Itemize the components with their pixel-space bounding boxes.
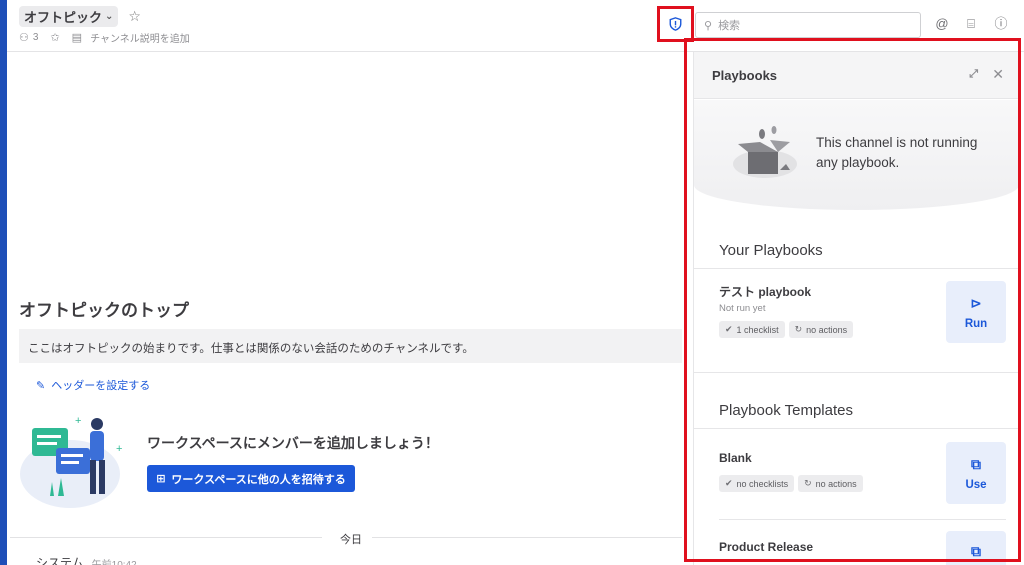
- external-link-icon: ⧉: [971, 455, 981, 472]
- svg-text:+: +: [75, 415, 81, 427]
- close-icon[interactable]: ✕: [992, 66, 1004, 83]
- sync-icon: ↻: [804, 478, 812, 488]
- pencil-icon: ✎: [36, 379, 46, 392]
- set-header-label: ヘッダーを設定する: [51, 380, 151, 392]
- actions-chip: ↻ no actions: [788, 321, 854, 338]
- invite-members-illustration: + +: [20, 415, 122, 508]
- saved-bookmark-icon[interactable]: ⌸: [962, 15, 980, 33]
- actions-chip: ↻ no actions: [798, 475, 863, 492]
- checklist-chip: ✔ no checklists: [719, 475, 795, 492]
- channel-meta: ⚇ 3 ✩ ▤ チャンネル説明を追加: [19, 30, 190, 45]
- message-time[interactable]: 午前10:42: [92, 556, 137, 565]
- not-running-banner: This channel is not running any playbook…: [694, 100, 1018, 210]
- invite-members-button[interactable]: ⊞ ワークスペースに他の人を招待する: [147, 465, 355, 492]
- invite-button-label: ワークスペースに他の人を招待する: [171, 473, 346, 486]
- playbook-status: Not run yet: [719, 303, 766, 314]
- template-name: Blank: [719, 451, 752, 465]
- invite-icon: ⊞: [156, 473, 166, 485]
- mentions-icon[interactable]: @: [933, 15, 951, 33]
- channel-intro-title: オフトピックのトップ: [19, 301, 189, 320]
- channel-name: オフトピック: [24, 9, 103, 25]
- channel-intro-description: ここはオフトピックの始まりです。仕事とは関係のない会話のためのチャンネルです。: [19, 329, 682, 363]
- channel-title-area: オフトピック ⌄ ☆: [19, 5, 141, 27]
- checkmark-icon: ✔: [725, 478, 733, 488]
- run-playbook-button[interactable]: ⊳ Run: [946, 281, 1006, 343]
- empty-box-illustration: [733, 126, 797, 178]
- team-sidebar-edge: [0, 0, 7, 565]
- play-file-icon: ⊳: [970, 294, 982, 311]
- not-running-message: This channel is not running any playbook…: [816, 135, 978, 170]
- date-separator: 今日: [10, 527, 682, 547]
- external-link-icon: ⧉: [971, 542, 981, 559]
- system-author: システム: [36, 556, 84, 565]
- your-playbooks-title: Your Playbooks: [719, 242, 823, 259]
- shield-icon: [669, 17, 682, 31]
- svg-text:+: +: [116, 443, 122, 455]
- template-name: Product Release: [719, 540, 814, 554]
- pin-icon[interactable]: ✩: [50, 31, 59, 44]
- favorite-star-icon[interactable]: ☆: [128, 8, 141, 25]
- checkmark-icon: ✔: [725, 324, 733, 334]
- member-count[interactable]: 3: [33, 32, 39, 43]
- use-template-button[interactable]: ⧉: [946, 531, 1006, 565]
- playbook-name: テスト playbook: [719, 285, 812, 299]
- help-icon[interactable]: ⓘ: [992, 15, 1010, 33]
- search-placeholder: 検索: [718, 20, 741, 32]
- date-separator-label: 今日: [340, 534, 362, 546]
- playbooks-rhs-panel: Playbooks ⤢ ✕ This channel is not runnin…: [693, 52, 1018, 565]
- template-chips: ✔ no checklists ↻ no actions: [719, 475, 863, 492]
- member-icon[interactable]: ⚇: [19, 31, 29, 44]
- playbooks-toggle-button[interactable]: [657, 6, 694, 42]
- add-members-prompt: ワークスペースにメンバーを追加しましょう！: [147, 435, 439, 451]
- channel-header: オフトピック ⌄ ☆ ⚇ 3 ✩ ▤ チャンネル説明を追加 ⚲ 検索 @ ⌸ ⓘ: [7, 0, 1024, 52]
- use-template-button[interactable]: ⧉ Use: [946, 442, 1006, 504]
- sync-icon: ↻: [794, 324, 803, 334]
- channel-name-button[interactable]: オフトピック ⌄: [19, 5, 119, 27]
- file-icon[interactable]: ▤: [72, 31, 82, 44]
- rhs-title: Playbooks: [712, 67, 778, 83]
- rhs-header: Playbooks ⤢ ✕: [694, 52, 1018, 99]
- search-input[interactable]: ⚲ 検索: [695, 12, 921, 38]
- playbook-templates-title: Playbook Templates: [719, 402, 853, 419]
- checklist-chip: ✔ 1 checklist: [719, 321, 785, 338]
- set-header-link[interactable]: ✎ ヘッダーを設定する: [36, 377, 150, 393]
- use-label: Use: [965, 478, 987, 491]
- search-icon: ⚲: [704, 19, 713, 32]
- expand-icon[interactable]: ⤢: [969, 68, 978, 81]
- playbook-chips: ✔ 1 checklist ↻ no actions: [719, 321, 854, 338]
- system-message-header: システム 午前10:42: [36, 554, 137, 565]
- add-description-link[interactable]: チャンネル説明を追加: [90, 30, 190, 45]
- chevron-down-icon: ⌄: [105, 10, 114, 22]
- run-label: Run: [964, 317, 988, 330]
